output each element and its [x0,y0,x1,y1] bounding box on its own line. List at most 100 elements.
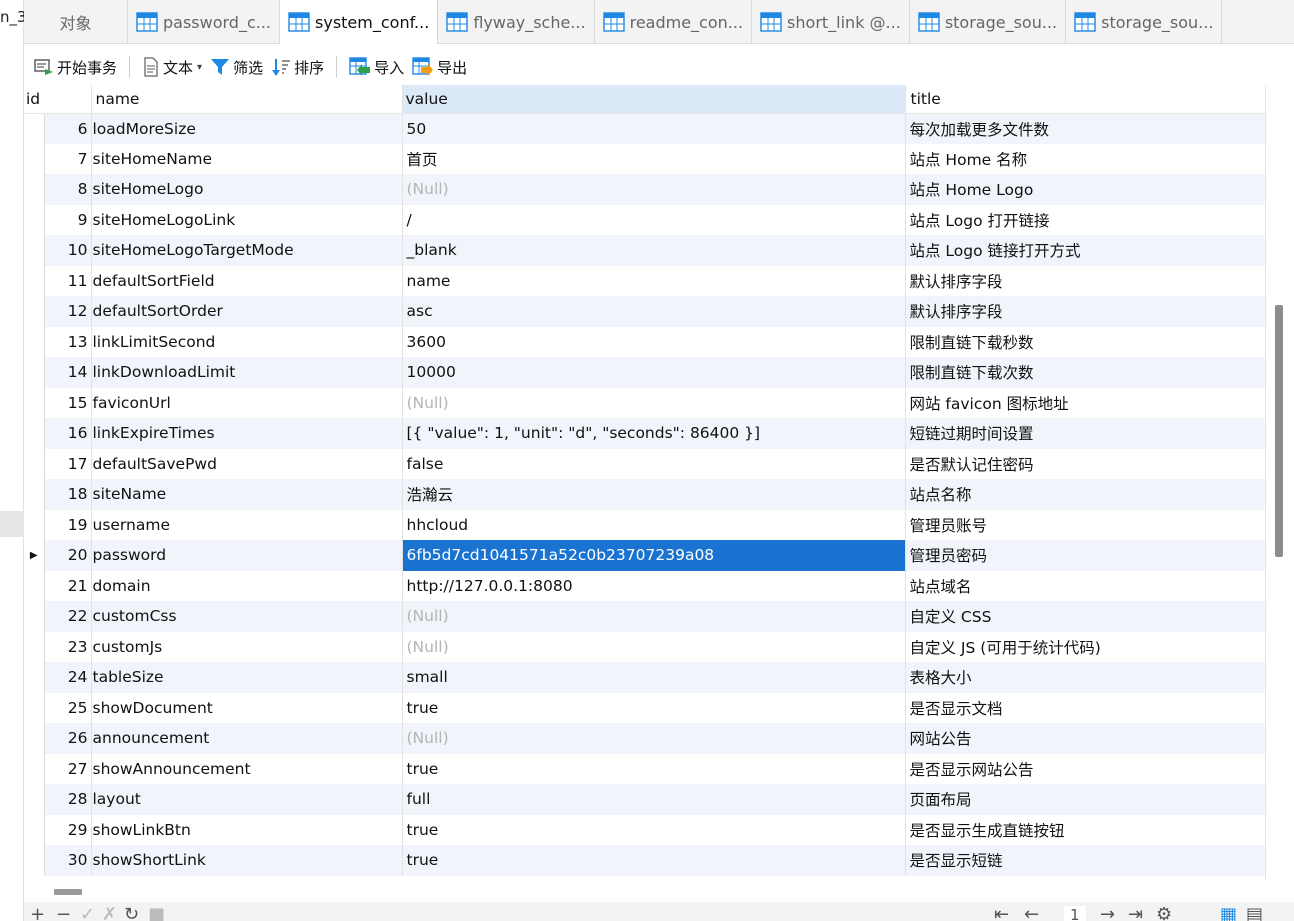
cell-value[interactable]: hhcloud [402,509,906,540]
cell-id[interactable]: 22 [44,601,92,632]
cell-title[interactable]: 是否显示网站公告 [905,753,1265,784]
cell-name[interactable]: defaultSortField [91,265,403,296]
cell-id[interactable]: 17 [44,448,92,479]
cell-name[interactable]: password [91,540,403,571]
cell-id[interactable]: 7 [44,143,92,174]
import-button[interactable]: 导入 [345,53,408,81]
row-header[interactable] [24,662,45,693]
row-header[interactable] [24,570,45,601]
begin-transaction-button[interactable]: 开始事务 [30,53,121,81]
cell-name[interactable]: linkDownloadLimit [91,357,403,388]
cell-id[interactable]: 28 [44,784,92,815]
table-row[interactable]: 13 linkLimitSecond 3600 限制直链下载秒数 [24,326,1265,357]
delete-record-icon[interactable]: − [56,906,71,921]
cell-id[interactable]: 12 [44,296,92,327]
cell-id[interactable]: 30 [44,845,92,876]
table-row[interactable]: 24 tableSize small 表格大小 [24,662,1265,693]
cell-title[interactable]: 网站公告 [905,723,1265,754]
tab-table[interactable]: readme_con... [595,0,753,44]
table-row[interactable]: 18 siteName 浩瀚云 站点名称 [24,479,1265,510]
row-header[interactable] [24,479,45,510]
cell-title[interactable]: 站点域名 [905,570,1265,601]
cell-name[interactable]: customJs [91,631,403,662]
settings-icon[interactable]: ⚙ [1156,906,1172,921]
cell-name[interactable]: announcement [91,723,403,754]
table-row[interactable]: 9 siteHomeLogoLink / 站点 Logo 打开链接 [24,204,1265,235]
table-row[interactable]: 17 defaultSavePwd false 是否默认记住密码 [24,448,1265,479]
row-header[interactable] [24,174,45,205]
add-record-icon[interactable]: + [30,906,45,921]
cell-value[interactable]: true [402,845,906,876]
cell-name[interactable]: tableSize [91,662,403,693]
cell-title[interactable]: 管理员账号 [905,509,1265,540]
cell-value[interactable]: [{ "value": 1, "unit": "d", "seconds": 8… [402,418,906,449]
cell-title[interactable]: 是否默认记住密码 [905,448,1265,479]
sort-button[interactable]: 排序 [267,53,328,81]
first-page-icon[interactable]: ⇤ [994,906,1009,921]
discard-changes-icon[interactable]: ✗ [102,906,117,921]
cell-title[interactable]: 是否显示文档 [905,692,1265,723]
row-header[interactable] [24,387,45,418]
table-row[interactable]: 6 loadMoreSize 50 每次加载更多文件数 [24,113,1265,144]
table-row[interactable]: 25 showDocument true 是否显示文档 [24,692,1265,723]
table-row[interactable]: 7 siteHomeName 首页 站点 Home 名称 [24,143,1265,174]
cell-value[interactable]: false [402,448,906,479]
cell-value[interactable]: (Null) [402,631,906,662]
text-view-button[interactable]: 文本 ▾ [138,53,206,81]
cell-value[interactable]: true [402,814,906,845]
table-row[interactable]: 22 customCss (Null) 自定义 CSS [24,601,1265,632]
column-header-name[interactable]: name [91,85,403,114]
cell-title[interactable]: 限制直链下载秒数 [905,326,1265,357]
row-header[interactable] [24,814,45,845]
column-header-value[interactable]: value [402,85,906,114]
row-header[interactable] [24,723,45,754]
cell-id[interactable]: 9 [44,204,92,235]
stop-icon[interactable]: ■ [148,906,165,921]
tab-table[interactable]: flyway_sche... [438,0,595,44]
row-header[interactable] [24,204,45,235]
apply-changes-icon[interactable]: ✓ [80,906,95,921]
cell-name[interactable]: siteHomeName [91,143,403,174]
row-header[interactable] [24,509,45,540]
cell-name[interactable]: domain [91,570,403,601]
tab-table[interactable]: short_link @... [752,0,910,44]
cell-id[interactable]: 16 [44,418,92,449]
tab-table[interactable]: storage_sou... [910,0,1067,44]
cell-value[interactable]: full [402,784,906,815]
cell-title[interactable]: 站点 Home 名称 [905,143,1265,174]
cell-name[interactable]: faviconUrl [91,387,403,418]
table-row[interactable]: 23 customJs (Null) 自定义 JS (可用于统计代码) [24,631,1265,662]
refresh-icon[interactable]: ↻ [124,906,139,921]
cell-id[interactable]: 13 [44,326,92,357]
form-view-icon[interactable]: ▤ [1246,906,1263,921]
cell-id[interactable]: 21 [44,570,92,601]
table-row[interactable]: 12 defaultSortOrder asc 默认排序字段 [24,296,1265,327]
cell-value[interactable]: 首页 [402,143,906,174]
cell-name[interactable]: showLinkBtn [91,814,403,845]
row-header[interactable] [24,326,45,357]
cell-value[interactable]: (Null) [402,387,906,418]
cell-id[interactable]: 15 [44,387,92,418]
cell-value[interactable]: name [402,265,906,296]
row-header[interactable] [24,601,45,632]
cell-title[interactable]: 限制直链下载次数 [905,357,1265,388]
cell-value[interactable]: http://127.0.0.1:8080 [402,570,906,601]
cell-title[interactable]: 站点 Home Logo [905,174,1265,205]
cell-value[interactable]: true [402,692,906,723]
cell-id[interactable]: 8 [44,174,92,205]
table-row[interactable]: 30 showShortLink true 是否显示短链 [24,845,1265,876]
horizontal-scrollbar[interactable] [24,880,1265,902]
table-row[interactable]: 11 defaultSortField name 默认排序字段 [24,265,1265,296]
cell-title[interactable]: 是否显示短链 [905,845,1265,876]
cell-name[interactable]: username [91,509,403,540]
column-header-title[interactable]: title [905,85,1265,114]
cell-title[interactable]: 站点 Logo 链接打开方式 [905,235,1265,266]
page-number-field[interactable]: 1 [1064,906,1086,921]
table-row[interactable]: 16 linkExpireTimes[{ "value": 1, "unit": … [24,418,1265,449]
cell-title[interactable]: 自定义 CSS [905,601,1265,632]
cell-id[interactable]: 29 [44,814,92,845]
cell-value[interactable]: 6fb5d7cd1041571a52c0b23707239a08 [402,540,906,571]
cell-name[interactable]: linkLimitSecond [91,326,403,357]
horizontal-scrollbar-thumb[interactable] [54,889,82,895]
table-row[interactable]: 26 announcement (Null) 网站公告 [24,723,1265,754]
